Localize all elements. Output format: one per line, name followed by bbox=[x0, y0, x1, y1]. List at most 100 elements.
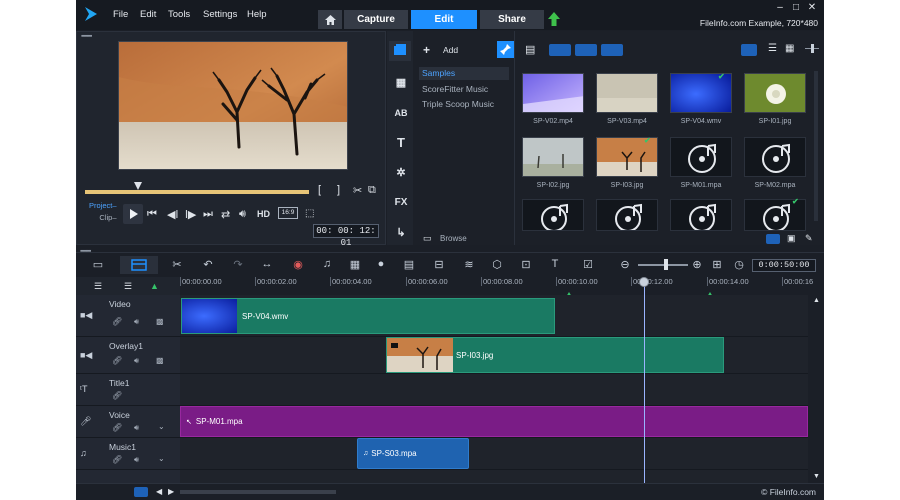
library-folder-triple-scoop[interactable]: Triple Scoop Music bbox=[422, 99, 494, 109]
close-icon[interactable]: ✕ bbox=[806, 2, 818, 14]
volume-icon[interactable]: 🔊︎ bbox=[239, 208, 246, 221]
track-volume-icon[interactable]: 🔊︎ bbox=[134, 423, 139, 433]
thumbnail-view-icon[interactable]: ▦ bbox=[785, 43, 794, 54]
timeline-vertical-scrollbar[interactable]: ▲ ▼ bbox=[809, 295, 824, 483]
timeline-zoom-slider[interactable] bbox=[638, 264, 688, 266]
panel-grip-icon[interactable]: ▪▪▪▪▪▪▪ bbox=[80, 248, 91, 255]
aspect-ratio-button[interactable]: 16:9 bbox=[278, 207, 298, 219]
library-scrollbar[interactable] bbox=[814, 71, 818, 221]
play-button[interactable] bbox=[123, 204, 143, 224]
show-photos-button[interactable] bbox=[575, 44, 597, 56]
tools-icon[interactable]: ✂ bbox=[170, 258, 184, 271]
mask-creator-icon[interactable]: ⬡ bbox=[490, 258, 504, 271]
library-item-thumb[interactable] bbox=[744, 73, 806, 113]
playhead-handle[interactable] bbox=[639, 277, 649, 287]
graphic-icon[interactable]: ✲ bbox=[393, 165, 409, 181]
menu-tools[interactable]: Tools bbox=[168, 9, 190, 20]
record-capture-icon[interactable]: ◉ bbox=[291, 258, 305, 271]
track-volume-icon[interactable]: 🔊︎ bbox=[134, 317, 139, 327]
playhead-line[interactable] bbox=[644, 280, 645, 483]
details-view-icon[interactable]: ☰ bbox=[768, 43, 777, 54]
tab-share[interactable]: Share bbox=[480, 10, 544, 29]
ripple-editing-icon[interactable]: ▩ bbox=[156, 317, 164, 326]
track-manager-icon[interactable]: ☰ bbox=[94, 281, 102, 292]
path-icon[interactable]: ↳ bbox=[393, 225, 409, 241]
timeline-horizontal-scrollbar[interactable] bbox=[180, 490, 336, 494]
display-mode-icon[interactable]: ⬚ bbox=[305, 208, 314, 219]
repeat-icon[interactable]: ⇄ bbox=[221, 208, 230, 221]
maximize-icon[interactable]: □ bbox=[790, 2, 802, 14]
panel-grip-icon[interactable]: ▪▪▪▪▪▪▪ bbox=[81, 33, 92, 40]
track-volume-icon[interactable]: 🔊︎ bbox=[134, 356, 139, 366]
link-icon[interactable]: 🔗︎ bbox=[112, 317, 122, 326]
ripple-editing-icon[interactable]: ▩ bbox=[156, 356, 164, 365]
add-marker-icon[interactable]: ▲ bbox=[150, 281, 159, 291]
menu-file[interactable]: File bbox=[113, 9, 128, 20]
browse-folder-icon[interactable]: ▭ bbox=[423, 233, 432, 244]
link-icon[interactable]: 🔗︎ bbox=[112, 356, 122, 365]
timeline-clip-video[interactable]: SP-V04.wmv bbox=[181, 298, 555, 334]
scroll-up-icon[interactable]: ▲ bbox=[813, 297, 820, 304]
tab-edit[interactable]: Edit bbox=[411, 10, 477, 29]
zoom-in-icon[interactable]: ⊕ bbox=[690, 258, 704, 271]
library-item-thumb[interactable] bbox=[522, 73, 584, 113]
import-media-icon[interactable]: ▤ bbox=[525, 43, 535, 56]
undo-icon[interactable]: ↶ bbox=[201, 258, 215, 271]
scroll-down-icon[interactable]: ▼ bbox=[813, 473, 820, 480]
multi-camera-icon[interactable]: ⊟ bbox=[432, 258, 446, 271]
thumbnail-size-handle[interactable] bbox=[811, 44, 814, 53]
title-3d-icon[interactable]: T bbox=[548, 258, 562, 270]
timeline-clip-voice[interactable]: ↖ SP-M01.mpa bbox=[180, 406, 808, 437]
scroll-right-icon[interactable]: ▶ bbox=[168, 487, 174, 496]
library-edit-icon[interactable]: ✎ bbox=[805, 233, 813, 244]
expand-track-icon[interactable]: ⌄ bbox=[158, 422, 165, 431]
sound-mixer-icon[interactable]: ♫ bbox=[320, 258, 334, 270]
show-videos-button[interactable] bbox=[549, 44, 571, 56]
go-to-start-icon[interactable]: ⏮ bbox=[147, 208, 157, 221]
library-item-thumb[interactable] bbox=[670, 137, 732, 177]
fit-timeline-icon[interactable]: ↔ bbox=[260, 258, 274, 270]
scrubber-handle[interactable] bbox=[134, 182, 142, 190]
timeline-ruler[interactable]: 00:00:00.00 00:00:02.00 00:00:04.00 00:0… bbox=[180, 277, 824, 297]
track-lane-music[interactable] bbox=[180, 438, 808, 470]
instant-project-icon[interactable]: ▦ bbox=[393, 75, 409, 91]
mark-in-icon[interactable]: [ bbox=[318, 184, 321, 196]
minimize-icon[interactable]: – bbox=[774, 2, 786, 14]
timeline-duration-timecode[interactable]: 0:00:50:00 bbox=[752, 259, 816, 272]
zoom-out-icon[interactable]: ⊖ bbox=[618, 258, 632, 271]
scroll-left-icon[interactable]: ◀ bbox=[156, 487, 162, 496]
pan-zoom-icon[interactable]: ⊡ bbox=[519, 258, 533, 271]
enlarge-preview-icon[interactable]: ⧉ bbox=[368, 184, 376, 197]
title-icon[interactable]: T bbox=[393, 135, 409, 151]
timeline-clip-music[interactable]: ♫ SP-S03.mpa bbox=[357, 438, 469, 469]
filter-fx-icon[interactable]: FX bbox=[393, 195, 409, 211]
next-frame-icon[interactable]: ǀ▶ bbox=[185, 208, 196, 221]
timeline-settings-button[interactable] bbox=[134, 487, 148, 497]
library-item-thumb[interactable] bbox=[522, 137, 584, 177]
library-folder-samples[interactable]: Samples bbox=[419, 67, 509, 80]
timeline-view-button[interactable] bbox=[120, 256, 158, 274]
zoom-slider-handle[interactable] bbox=[664, 259, 668, 270]
subtitle-editor-icon[interactable]: ▤ bbox=[402, 258, 416, 271]
show-audio-button[interactable] bbox=[601, 44, 623, 56]
auto-music-icon[interactable]: ☑ bbox=[581, 258, 595, 271]
library-folder-scorefitter[interactable]: ScoreFitter Music bbox=[422, 84, 488, 94]
project-mode-label[interactable]: Project– bbox=[89, 200, 117, 212]
home-tab[interactable] bbox=[318, 10, 342, 29]
mark-out-icon[interactable]: ] bbox=[337, 184, 340, 196]
hd-toggle[interactable]: HD bbox=[257, 209, 270, 219]
expand-track-icon[interactable]: ⌄ bbox=[158, 454, 165, 463]
storyboard-view-icon[interactable]: ▭ bbox=[91, 258, 105, 271]
tab-capture[interactable]: Capture bbox=[344, 10, 408, 29]
pin-icon[interactable] bbox=[497, 41, 514, 58]
upload-arrow-icon[interactable] bbox=[548, 12, 560, 26]
library-item-thumb[interactable] bbox=[522, 199, 584, 231]
library-view-toggle[interactable] bbox=[766, 234, 780, 244]
split-clip-icon[interactable]: ✂ bbox=[353, 184, 362, 197]
add-folder-button[interactable]: Add bbox=[443, 45, 458, 55]
go-to-end-icon[interactable]: ⏭ bbox=[203, 208, 213, 221]
timeline-clip-overlay[interactable]: SP-I03.jpg bbox=[386, 337, 724, 373]
menu-settings[interactable]: Settings bbox=[203, 9, 237, 20]
menu-edit[interactable]: Edit bbox=[140, 9, 156, 20]
split-screen-icon[interactable]: ● bbox=[374, 258, 388, 270]
